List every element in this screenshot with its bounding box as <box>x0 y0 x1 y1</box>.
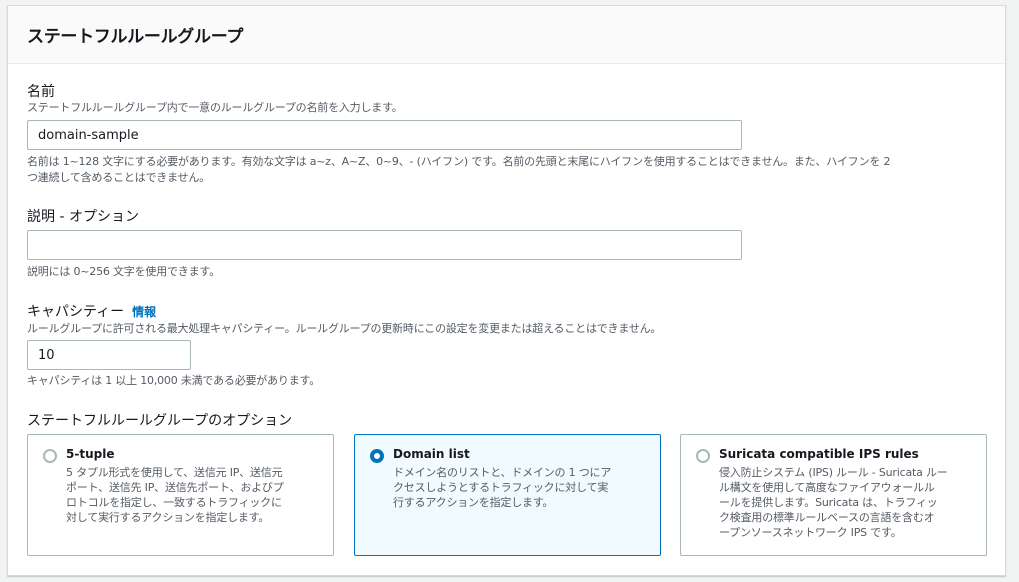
option-suricata[interactable]: Suricata compatible IPS rules 侵入防止システム (… <box>680 434 987 556</box>
name-hint-line1: 名前は 1~128 文字にする必要があります。有効な文字は a~z、A~Z、0~… <box>27 155 891 168</box>
name-description: ステートフルルールグループ内で一意のルールグループの名前を入力します。 <box>27 101 403 114</box>
panel-header: ステートフルルールグループ <box>8 6 1005 64</box>
capacity-hint: キャパシティは 1 以上 10,000 未満である必要があります。 <box>27 374 321 387</box>
name-hint-line2: つ連続して含めることはできません。 <box>27 171 210 184</box>
capacity-input[interactable] <box>27 340 191 370</box>
description-input[interactable] <box>27 230 742 260</box>
option-description: ドメイン名のリストと、ドメインの 1 つにア クセスしようとするトラフィックに対… <box>393 466 612 509</box>
capacity-description: ルールグループに許可される最大処理キャパシティー。ルールグループの更新時にこの設… <box>27 322 662 335</box>
radio-5-tuple[interactable] <box>43 449 57 463</box>
radio-domain-list[interactable] <box>370 449 384 463</box>
option-5-tuple[interactable]: 5-tuple 5 タプル形式を使用して、送信元 IP、送信元 ポート、送信先 … <box>27 434 334 556</box>
capacity-label: キャパシティー 情報 <box>27 301 156 321</box>
option-title: Suricata compatible IPS rules <box>719 447 919 461</box>
panel-title: ステートフルルールグループ <box>27 27 244 47</box>
capacity-label-text: キャパシティー <box>27 304 125 320</box>
name-input[interactable] <box>27 120 742 150</box>
option-title: Domain list <box>393 447 470 461</box>
option-title: 5-tuple <box>66 447 115 461</box>
option-description: 5 タプル形式を使用して、送信元 IP、送信元 ポート、送信先 IP、送信先ポー… <box>66 466 284 524</box>
option-description: 侵入防止システム (IPS) ルール - Suricata ルー ル構文を使用し… <box>719 466 948 539</box>
option-domain-list[interactable]: Domain list ドメイン名のリストと、ドメインの 1 つにア クセスしよ… <box>354 434 661 556</box>
rule-group-panel: ステートフルルールグループ 名前 ステートフルルールグループ内で一意のルールグル… <box>7 5 1006 576</box>
name-label: 名前 <box>27 84 55 100</box>
options-label: ステートフルルールグループのオプション <box>27 413 293 429</box>
capacity-info-link[interactable]: 情報 <box>132 305 156 319</box>
radio-suricata[interactable] <box>696 449 710 463</box>
description-hint: 説明には 0~256 文字を使用できます。 <box>27 265 220 278</box>
description-label: 説明 - オプション <box>27 209 139 225</box>
